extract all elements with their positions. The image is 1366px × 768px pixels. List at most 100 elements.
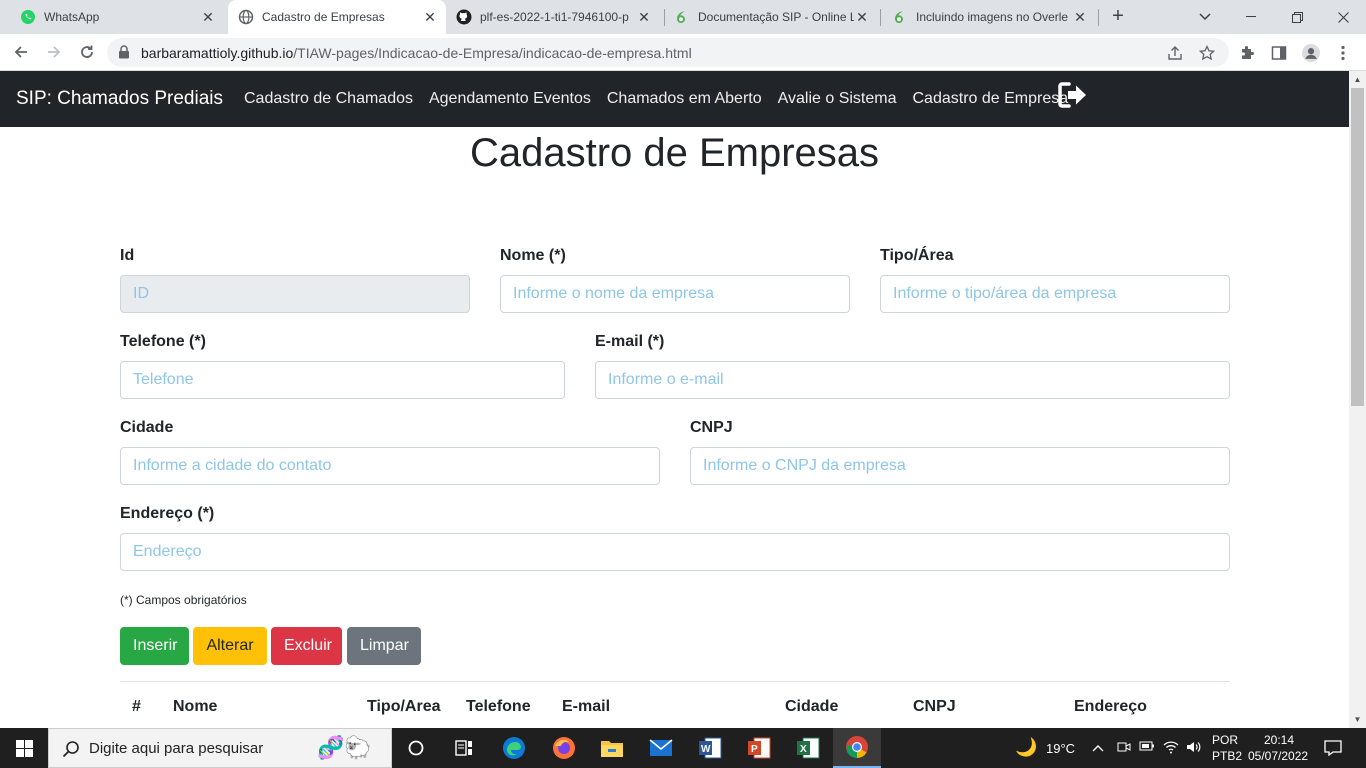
edge-browser-icon[interactable] [490, 728, 538, 768]
battery-icon[interactable] [1139, 740, 1155, 755]
reload-icon[interactable] [75, 40, 99, 64]
cidade-label: Cidade [120, 419, 174, 436]
powerpoint-icon[interactable]: P [735, 728, 783, 768]
scroll-down-arrow-icon[interactable]: ▼ [1353, 715, 1362, 724]
temperature-text[interactable]: 19°C [1046, 741, 1075, 756]
meet-now-icon[interactable] [1117, 740, 1131, 757]
tab-title: plf-es-2022-1-ti1-7946100-p [480, 10, 629, 24]
github-icon [456, 9, 472, 25]
page-scrollbar[interactable]: ▲ ▼ [1349, 71, 1366, 728]
browser-tab-strip: WhatsApp ✕ Cadastro de Empresas ✕ plf-es… [0, 0, 1366, 34]
language-indicator[interactable]: POR [1212, 733, 1238, 747]
bookmark-star-icon[interactable] [1198, 44, 1216, 62]
word-icon[interactable]: W [686, 728, 734, 768]
url-path: /TIAW-pages/Indicacao-de-Empresa/indicac… [293, 45, 692, 61]
logout-icon[interactable] [1058, 82, 1088, 113]
notification-icon[interactable] [1324, 740, 1342, 759]
scrollbar-thumb[interactable] [1351, 88, 1364, 406]
taskbar-search-box[interactable]: Digite aqui para pesquisar 🧬🐑 [48, 728, 392, 768]
id-field [120, 275, 470, 313]
endereco-field[interactable] [120, 533, 1230, 571]
navbar-links: Cadastro de Chamados Agendamento Eventos… [244, 90, 1068, 108]
close-icon[interactable]: ✕ [200, 9, 216, 25]
nav-link-chamados-aberto[interactable]: Chamados em Aberto [607, 90, 762, 108]
clock-time[interactable]: 20:14 [1264, 733, 1294, 747]
chevron-up-icon[interactable] [1092, 740, 1104, 755]
nav-link-avalie-sistema[interactable]: Avalie o Sistema [778, 90, 897, 108]
cnpj-field[interactable] [690, 447, 1230, 485]
email-field[interactable] [595, 361, 1230, 399]
required-fields-note: (*) Campos obrigatórios [120, 593, 247, 607]
side-panel-icon[interactable] [1270, 44, 1288, 62]
forward-arrow-icon[interactable] [42, 40, 66, 64]
cnpj-label: CNPJ [690, 419, 733, 436]
tipo-field[interactable] [880, 275, 1230, 313]
tab-search-icon[interactable] [1182, 0, 1228, 34]
tab-title: WhatsApp [44, 10, 100, 24]
chrome-icon[interactable] [833, 728, 881, 768]
menu-kebab-icon[interactable] [1334, 44, 1352, 62]
table-top-border [120, 681, 1230, 682]
restore-icon[interactable] [1274, 0, 1320, 34]
widgets-icon[interactable] [440, 728, 488, 768]
task-view-icon[interactable] [392, 728, 440, 768]
back-arrow-icon[interactable] [9, 40, 33, 64]
clock-date[interactable]: 05/07/2022 [1248, 749, 1308, 763]
new-tab-button[interactable]: + [1106, 5, 1130, 29]
scroll-up-arrow-icon[interactable]: ▲ [1353, 75, 1362, 84]
wifi-icon[interactable] [1163, 740, 1179, 757]
tab-github[interactable]: plf-es-2022-1-ti1-7946100-p ✕ [448, 0, 660, 34]
clear-button[interactable]: Limpar [347, 627, 421, 665]
firefox-icon[interactable] [540, 728, 588, 768]
lock-icon[interactable] [118, 45, 130, 64]
taskbar-search-placeholder: Digite aqui para pesquisar [89, 740, 264, 757]
nav-link-cadastro-empresa[interactable]: Cadastro de Empresa [913, 90, 1069, 108]
cidade-field[interactable] [120, 447, 660, 485]
table-header-cell: Telefone [466, 698, 531, 715]
window-close-icon[interactable] [1320, 0, 1366, 34]
tab-overleaf-images[interactable]: Incluindo imagens no Overle ✕ [884, 0, 1096, 34]
table-header-cell: E-mail [562, 698, 611, 715]
nome-field[interactable] [500, 275, 850, 313]
page-viewport: SIP: Chamados Prediais Cadastro de Chama… [0, 71, 1349, 728]
windows-start-icon[interactable] [0, 728, 48, 768]
minimize-icon[interactable] [1228, 0, 1274, 34]
excel-icon[interactable]: X [784, 728, 832, 768]
keyboard-layout-indicator[interactable]: PTB2 [1212, 749, 1242, 763]
search-highlight-image: 🧬🐑 [317, 735, 372, 760]
table-header-cell: # [132, 698, 141, 715]
nav-link-cadastro-chamados[interactable]: Cadastro de Chamados [244, 90, 413, 108]
tab-cadastro-empresas[interactable]: Cadastro de Empresas ✕ [228, 0, 446, 34]
close-icon[interactable]: ✕ [636, 9, 652, 25]
tab-whatsapp[interactable]: WhatsApp ✕ [12, 0, 224, 34]
browser-toolbar: barbaramattioly.github.io/TIAW-pages/Ind… [0, 34, 1366, 71]
tab-overleaf-doc[interactable]: Documentação SIP - Online L ✕ [666, 0, 878, 34]
navbar-brand[interactable]: SIP: Chamados Prediais [16, 88, 223, 110]
site-navbar: SIP: Chamados Prediais Cadastro de Chama… [0, 71, 1349, 127]
email-label: E-mail (*) [595, 333, 665, 350]
insert-button[interactable]: Inserir [120, 627, 189, 665]
alter-button[interactable]: Alterar [193, 627, 267, 665]
nav-link-agendamento-eventos[interactable]: Agendamento Eventos [429, 90, 591, 108]
overleaf-icon [674, 9, 690, 25]
delete-button[interactable]: Excluir [271, 627, 342, 665]
overleaf-icon [892, 9, 908, 25]
address-bar[interactable]: barbaramattioly.github.io/TIAW-pages/Ind… [107, 38, 1229, 67]
extensions-puzzle-icon[interactable] [1238, 44, 1256, 62]
weather-moon-icon[interactable]: 🌙 [1015, 737, 1037, 758]
tab-title: Incluindo imagens no Overle [916, 10, 1069, 24]
table-header-cell: Endereço [1074, 698, 1147, 715]
windows-taskbar: Digite aqui para pesquisar 🧬🐑 W P X 🌙 19… [0, 728, 1366, 768]
close-icon[interactable]: ✕ [1072, 9, 1088, 25]
share-icon[interactable] [1166, 44, 1184, 62]
telefone-field[interactable] [120, 361, 565, 399]
table-header-cell: Tipo/Area [367, 698, 441, 715]
file-explorer-icon[interactable] [588, 728, 636, 768]
mail-icon[interactable] [637, 728, 685, 768]
close-icon[interactable]: ✕ [854, 9, 870, 25]
close-icon[interactable]: ✕ [422, 9, 438, 25]
tab-separator [664, 9, 665, 26]
volume-icon[interactable] [1186, 740, 1202, 757]
profile-avatar-icon[interactable] [1302, 44, 1320, 62]
page-title: Cadastro de Empresas [469, 131, 880, 175]
